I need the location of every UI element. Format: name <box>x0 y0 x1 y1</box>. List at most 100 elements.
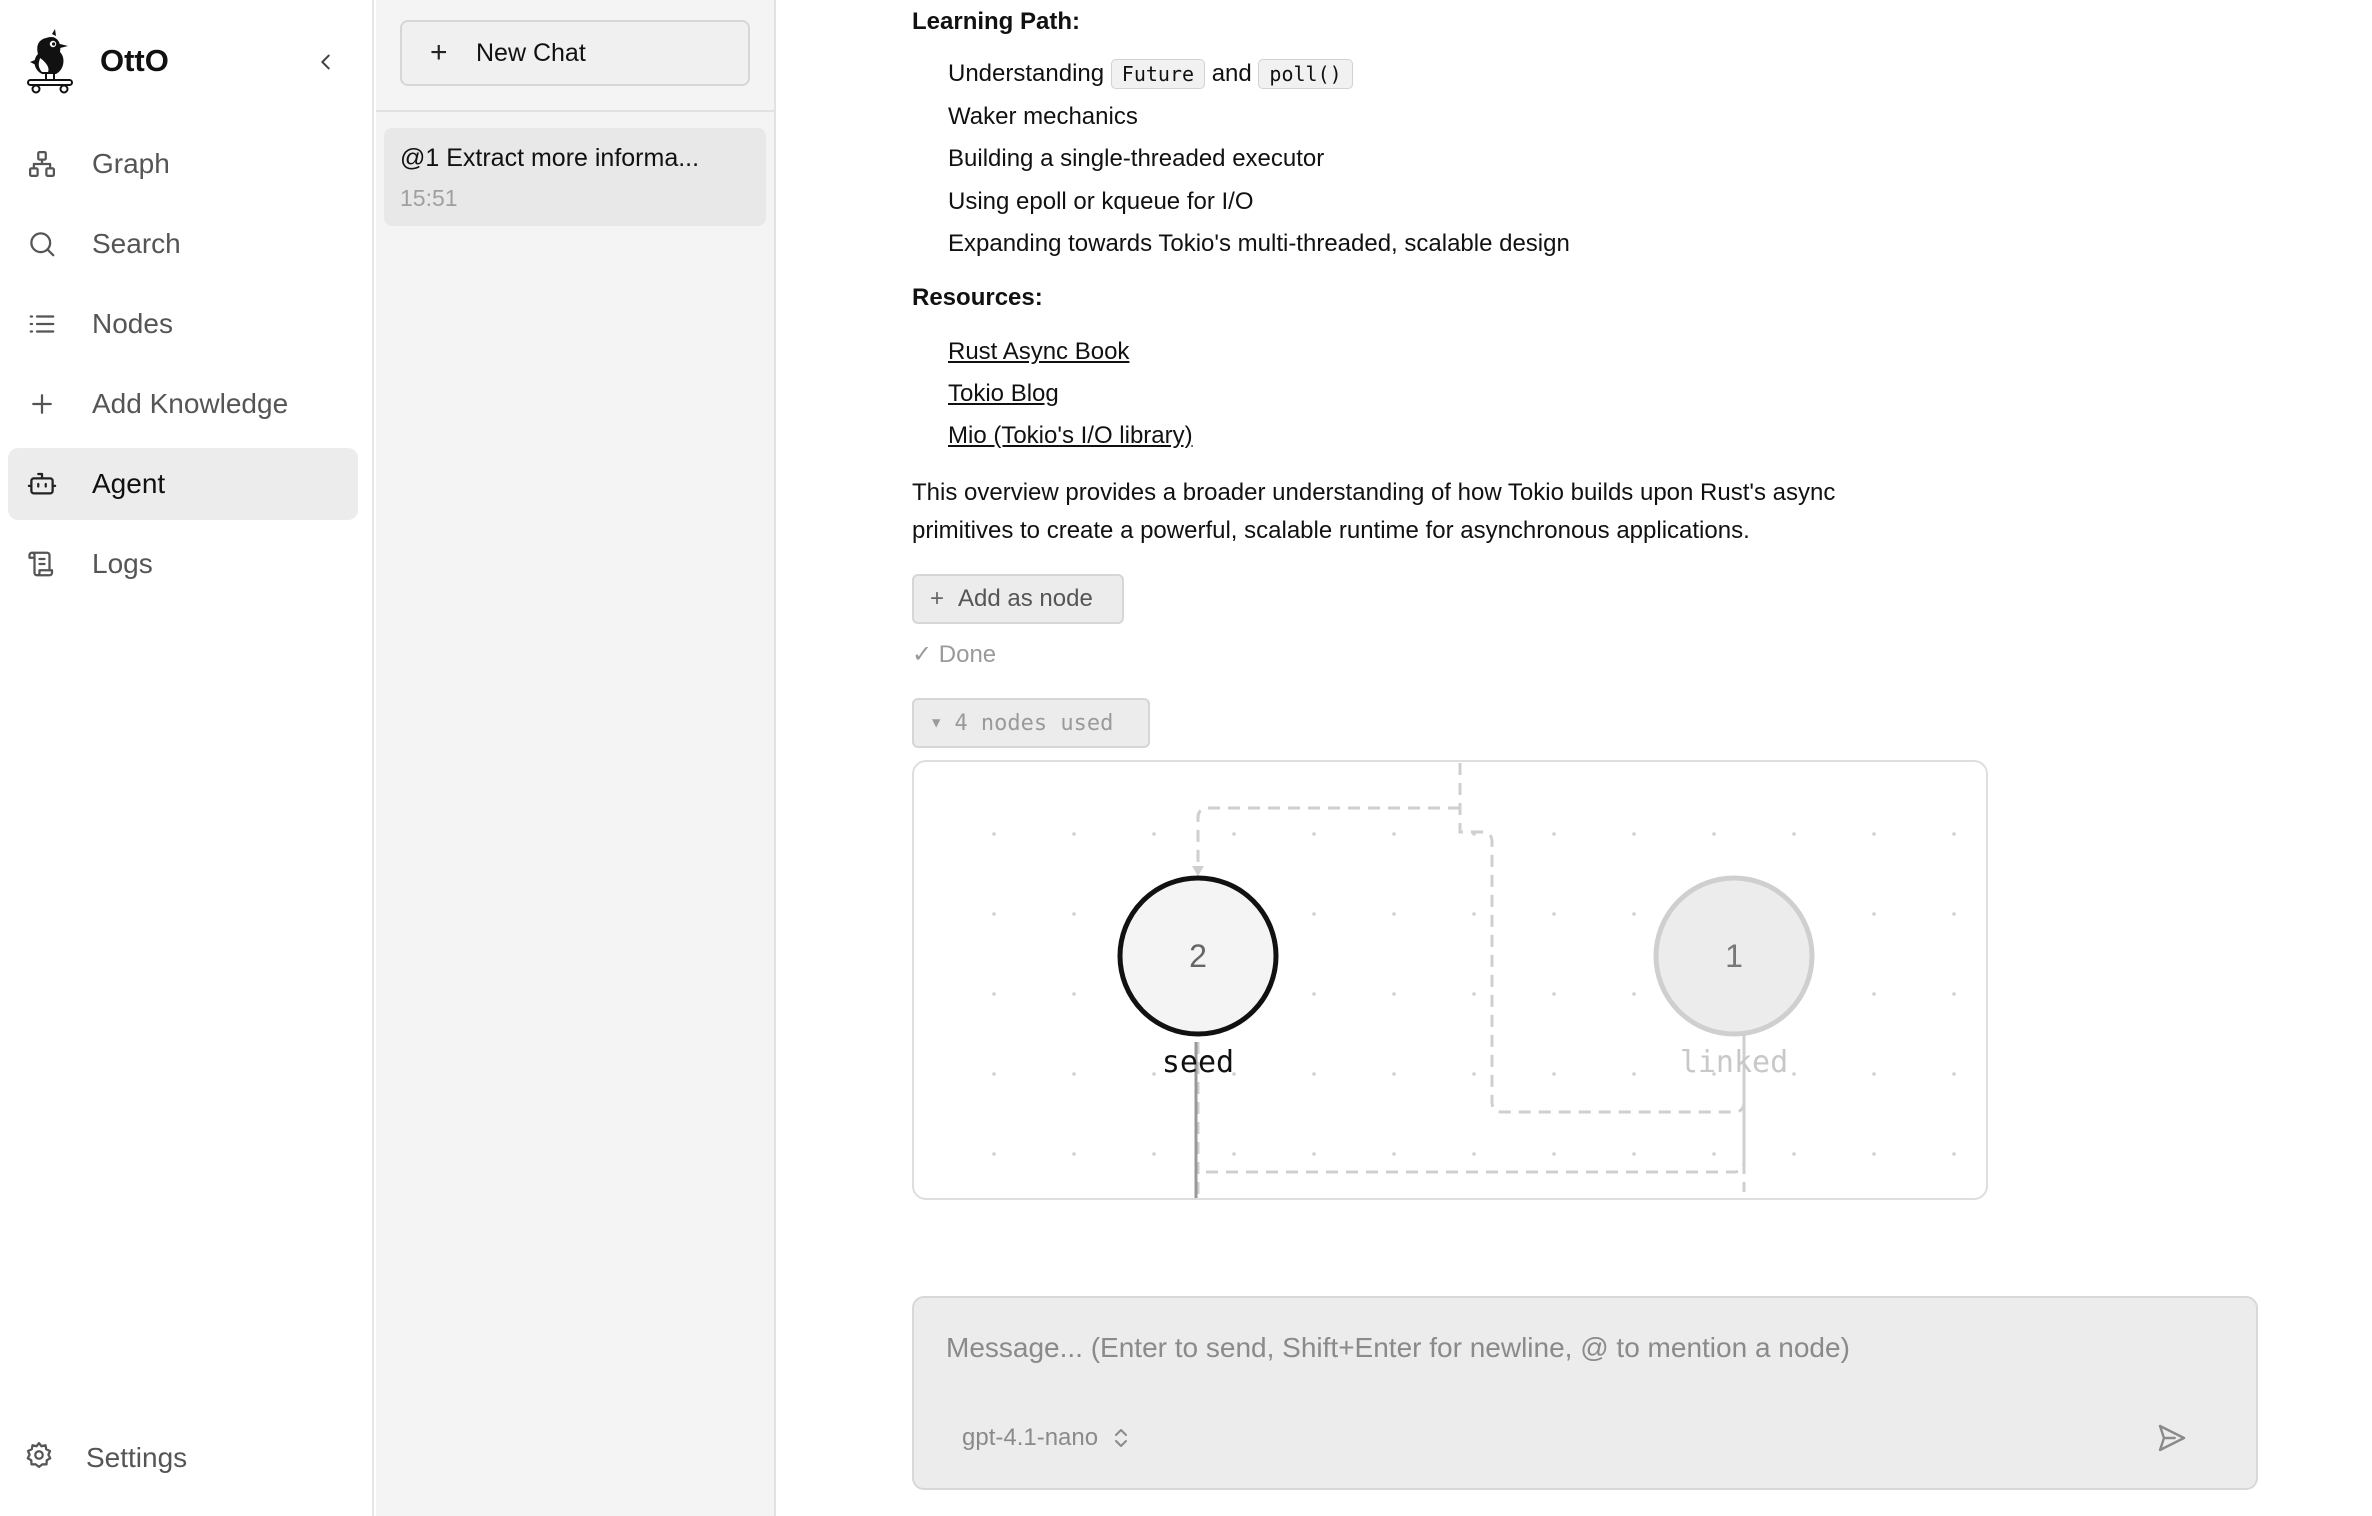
grid-dot <box>1312 1072 1316 1076</box>
grid-dot <box>1712 1152 1716 1156</box>
nodes-graph-canvas: 2 seed 1 linked <box>992 763 1956 1198</box>
chat-list-panel: + New Chat @1 Extract more informa... 15… <box>376 0 776 1516</box>
sidebar-item-label: Graph <box>92 148 170 179</box>
sidebar-item-nodes[interactable]: Nodes <box>8 288 358 360</box>
resources-heading: Resources: <box>912 284 1043 311</box>
grid-dot <box>1792 1072 1796 1076</box>
graph-node-seed[interactable]: 2 seed <box>1117 875 1279 1080</box>
sidebar: OttO Graph Search Nodes Add Knowledge Ag… <box>0 0 374 1516</box>
sidebar-item-settings[interactable]: Settings <box>24 1440 187 1475</box>
grid-dot <box>1072 832 1076 836</box>
list-icon <box>24 306 60 342</box>
message-composer: gpt-4.1-nano <box>912 1296 2258 1490</box>
node-label: linked <box>1680 1045 1788 1080</box>
learning-path-heading: Learning Path: <box>912 8 1081 35</box>
chat-list-item[interactable]: @1 Extract more informa... 15:51 <box>384 128 766 226</box>
list-item: Waker mechanics <box>948 103 1138 130</box>
grid-dot <box>992 832 996 836</box>
grid-dot <box>1312 912 1316 916</box>
graph-edge <box>1192 866 1204 876</box>
grid-dot <box>1312 992 1316 996</box>
list-item: Using epoll or kqueue for I/O <box>948 188 1254 215</box>
resource-link[interactable]: Tokio Blog <box>948 380 1059 407</box>
sidebar-item-add-knowledge[interactable]: Add Knowledge <box>8 368 358 440</box>
grid-dot <box>1712 832 1716 836</box>
grid-dot <box>1552 832 1556 836</box>
grid-dot <box>1632 992 1636 996</box>
otto-bird-logo <box>27 29 73 94</box>
sidebar-item-label: Nodes <box>92 308 173 339</box>
graph-edge <box>1206 1032 1746 1174</box>
summary-line: primitives to create a powerful, scalabl… <box>912 517 1750 544</box>
grid-dot <box>992 912 996 916</box>
grid-dot <box>1072 992 1076 996</box>
model-name: gpt-4.1-nano <box>962 1424 1099 1451</box>
send-icon <box>2158 1424 2186 1452</box>
grid-dot <box>1312 832 1316 836</box>
collapse-sidebar-button[interactable] <box>310 46 342 78</box>
chat-timestamp: 15:51 <box>400 185 458 211</box>
summary-paragraph: This overview provides a broader underst… <box>912 474 1952 550</box>
gear-icon <box>24 1440 54 1475</box>
graph-icon <box>24 146 60 182</box>
new-chat-header: + New Chat <box>376 0 774 112</box>
grid-dot <box>1552 1152 1556 1156</box>
grid-dot <box>1152 1152 1156 1156</box>
inline-code: poll() <box>1258 59 1353 89</box>
node-id: 1 <box>1725 938 1743 974</box>
sidebar-item-logs[interactable]: Logs <box>8 528 358 600</box>
sidebar-item-graph[interactable]: Graph <box>8 128 358 200</box>
grid-dot <box>1952 912 1956 916</box>
grid-dot <box>1952 992 1956 996</box>
graph-node-linked[interactable]: 1 linked <box>1653 875 1815 1080</box>
list-item: Building a single-threaded executor <box>948 145 1325 172</box>
grid-dot <box>1552 1072 1556 1076</box>
inline-code: Future <box>1110 59 1206 89</box>
grid-dot <box>1392 1072 1396 1076</box>
sidebar-item-search[interactable]: Search <box>8 208 358 280</box>
new-chat-label: New Chat <box>476 38 586 67</box>
nodes-used-toggle[interactable]: ▼ 4 nodes used <box>912 698 1150 748</box>
grid-dot <box>1472 1072 1476 1076</box>
scroll-icon <box>24 546 60 582</box>
model-selector[interactable]: gpt-4.1-nano <box>962 1424 1130 1452</box>
send-button[interactable] <box>2150 1416 2194 1460</box>
chevron-left-icon <box>321 54 330 70</box>
sidebar-item-label: Add Knowledge <box>92 388 289 419</box>
list-item-text: and <box>1211 60 1252 87</box>
add-as-node-button[interactable]: + Add as node <box>912 574 1124 624</box>
grid-dot <box>1312 1152 1316 1156</box>
grid-dot <box>1872 832 1876 836</box>
node-id: 2 <box>1189 938 1207 974</box>
nodes-used-label: 4 nodes used <box>954 710 1114 736</box>
chevrons-up-down-icon <box>1115 1429 1128 1447</box>
grid-dot <box>1872 1152 1876 1156</box>
message-input[interactable] <box>946 1332 2146 1364</box>
summary-line: This overview provides a broader underst… <box>912 479 1836 506</box>
plus-icon: + <box>430 36 448 69</box>
graph-edge <box>1196 806 1460 872</box>
grid-dot <box>992 1072 996 1076</box>
grid-dot <box>1392 912 1396 916</box>
chat-title: @1 Extract more informa... <box>400 144 700 172</box>
node-label: seed <box>1162 1045 1234 1080</box>
grid-dot <box>1552 912 1556 916</box>
grid-dot <box>1232 1152 1236 1156</box>
app-name: OttO <box>100 43 169 78</box>
resource-link[interactable]: Mio (Tokio's I/O library) <box>948 422 1193 449</box>
grid-dot <box>1792 1152 1796 1156</box>
sidebar-item-agent[interactable]: Agent <box>8 448 358 520</box>
grid-dot <box>1952 832 1956 836</box>
brand: OttO <box>20 28 169 94</box>
done-status: ✓ Done <box>912 641 997 668</box>
sidebar-item-label: Agent <box>92 468 166 499</box>
list-item: Understanding Future and poll() <box>948 59 1353 89</box>
new-chat-button[interactable]: + New Chat <box>400 20 750 86</box>
grid-dot <box>1392 992 1396 996</box>
grid-dot <box>1232 832 1236 836</box>
search-icon <box>24 226 60 262</box>
grid-dot <box>1152 1072 1156 1076</box>
resource-link[interactable]: Rust Async Book <box>948 338 1129 365</box>
grid-dot <box>992 992 996 996</box>
grid-dot <box>1632 1072 1636 1076</box>
